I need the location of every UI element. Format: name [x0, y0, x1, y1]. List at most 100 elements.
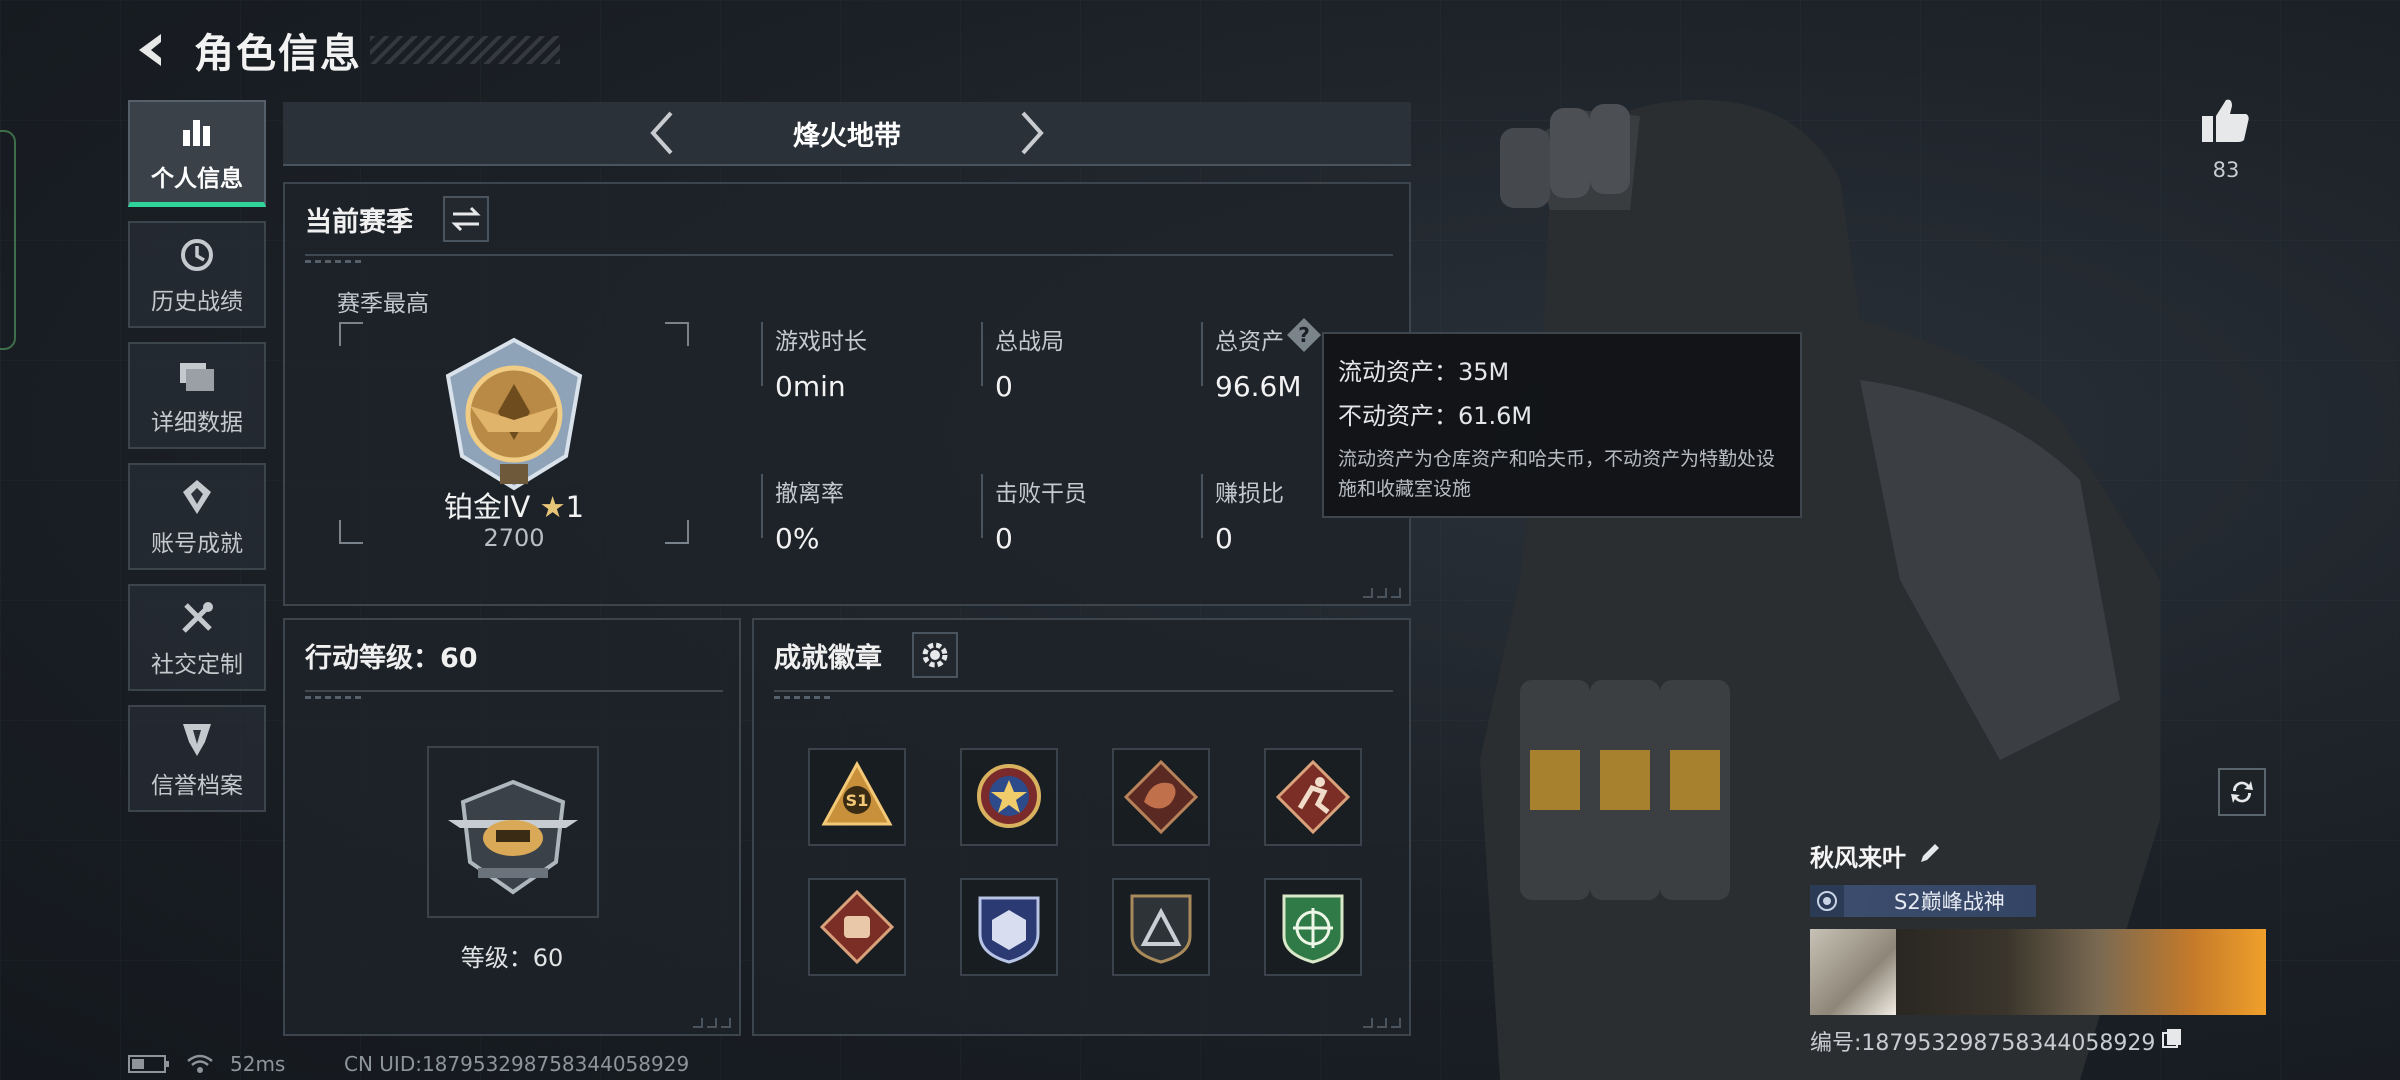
chevron-left-icon — [650, 111, 673, 155]
stat-total-matches: 总战局 0 — [981, 322, 1181, 403]
status-bar: 52ms — [128, 1052, 285, 1076]
player-uid: 编号:1879532987583440589​29 — [1810, 1031, 2156, 1056]
panel-divider — [305, 690, 723, 699]
side-edge-tab[interactable] — [0, 130, 16, 350]
player-banner[interactable] — [1810, 929, 2266, 1015]
title-decoration — [370, 36, 560, 64]
badge-slot[interactable] — [960, 878, 1058, 976]
panel-divider — [305, 254, 1393, 263]
badges-panel: 成就徽章 S1 — [752, 618, 1411, 1036]
folder-icon — [178, 355, 216, 397]
sidebar-item-label: 账号成就 — [151, 530, 243, 557]
sidebar-nav: 个人信息 历史战绩 详细数据 账号成就 社交定制 信誉档案 — [128, 100, 266, 826]
player-name: 秋风来叶 — [1810, 844, 1906, 872]
corner-decoration — [693, 1018, 731, 1028]
achievement-icon — [179, 476, 215, 518]
crosshair-badge-icon — [1282, 894, 1344, 964]
badge-slot[interactable] — [808, 878, 906, 976]
copy-icon — [2162, 1029, 2182, 1048]
triangle-shield-badge-icon — [1130, 894, 1192, 964]
player-title: S2巅峰战神 — [1894, 890, 2005, 914]
stat-value: 0 — [995, 522, 1013, 555]
badge-slot[interactable] — [960, 748, 1058, 846]
mode-selector: 烽火地带 — [283, 102, 1411, 166]
sidebar-item-label: 历史战绩 — [151, 288, 243, 315]
fist-badge-icon — [819, 889, 895, 965]
pencil-icon — [1921, 843, 1939, 862]
stat-play-time: 游戏时长 0min — [761, 322, 961, 403]
banner-art-image — [1896, 929, 2266, 1015]
season-panel: 当前赛季 赛季最高 铂金IV ★1 2700 游戏时长 0min 总战局 0 总… — [283, 182, 1411, 606]
stat-separator — [981, 474, 983, 538]
sidebar-item-label: 社交定制 — [151, 651, 243, 678]
stat-operators-defeated: 击败干员 0 — [981, 474, 1181, 555]
sidebar-item-reputation[interactable]: 信誉档案 — [128, 705, 266, 812]
history-icon — [178, 234, 216, 276]
panel-divider — [774, 690, 1393, 699]
sidebar-item-details[interactable]: 详细数据 — [128, 342, 266, 449]
switch-season-button[interactable] — [443, 196, 489, 242]
stat-value: 0 — [995, 370, 1013, 403]
stat-label: 游戏时长 — [775, 329, 867, 355]
badges-title: 成就徽章 — [774, 643, 882, 674]
sidebar-item-personal-info[interactable]: 个人信息 — [128, 100, 266, 207]
rank-star-icon: ★ — [539, 490, 566, 524]
player-profile: 秋风来叶 S2巅峰战神 编号:1879532987583440589​29 — [1810, 838, 2266, 1057]
like-button[interactable]: 83 — [2196, 96, 2256, 182]
stat-separator — [981, 322, 983, 386]
badge-slot[interactable] — [1264, 878, 1362, 976]
star-medal-icon — [977, 764, 1041, 828]
edit-name-button[interactable] — [1918, 841, 1942, 871]
tools-icon — [178, 597, 216, 639]
sidebar-item-history[interactable]: 历史战绩 — [128, 221, 266, 328]
corner-decoration — [1363, 588, 1401, 598]
header: 角色信息 — [128, 22, 560, 78]
stat-separator — [761, 474, 763, 538]
gear-icon — [922, 642, 948, 668]
assets-help-icon[interactable]: ? — [1285, 316, 1323, 354]
like-count: 83 — [2212, 158, 2240, 182]
level-value: 等级：60 — [460, 944, 564, 972]
badge-slot[interactable]: S1 — [808, 748, 906, 846]
season-best-label: 赛季最高 — [337, 291, 429, 317]
badges-settings-button[interactable] — [912, 632, 958, 678]
badge-s1-text: S1 — [846, 791, 869, 810]
dragon-badge-icon — [1123, 759, 1199, 835]
shield-icon — [179, 718, 215, 760]
badge-slot[interactable] — [1264, 748, 1362, 846]
stat-value: 0% — [775, 522, 820, 555]
stat-separator — [1201, 322, 1203, 386]
stat-value: 0min — [775, 370, 846, 403]
stat-label: 总战局 — [995, 329, 1064, 355]
level-panel: 行动等级：60 等级：60 — [283, 618, 741, 1036]
thumbs-up-icon — [2202, 99, 2249, 142]
tooltip-liquid-assets: 流动资产：35M — [1338, 358, 1510, 386]
bar-chart-icon — [179, 111, 215, 153]
battery-icon — [128, 1055, 169, 1073]
copy-uid-button[interactable] — [2161, 1027, 2183, 1055]
cn-uid: CN UID:1879532987583440589​29 — [344, 1052, 690, 1076]
sidebar-item-social[interactable]: 社交定制 — [128, 584, 266, 691]
sidebar-item-label: 信誉档案 — [151, 772, 243, 799]
badge-slot[interactable] — [1112, 748, 1210, 846]
stat-separator — [761, 322, 763, 386]
banner-cat-image — [1810, 929, 1896, 1015]
player-name-row: 秋风来叶 — [1810, 838, 2266, 873]
prev-mode-button[interactable] — [637, 103, 687, 163]
badge-slot[interactable] — [1112, 878, 1210, 976]
rank-badge-icon — [430, 336, 598, 496]
title-emblem-icon — [1810, 885, 1844, 917]
next-mode-button[interactable] — [1007, 103, 1057, 163]
mode-title: 烽火地带 — [793, 120, 901, 152]
back-button[interactable] — [128, 27, 174, 73]
chevron-right-icon — [1021, 111, 1044, 155]
ping-value: 52ms — [230, 1052, 286, 1076]
assets-tooltip: 流动资产：35M 不动资产：61.6M 流动资产为仓库资产和哈夫币，不动资产为特… — [1322, 332, 1802, 518]
refresh-button[interactable] — [2218, 768, 2266, 816]
swap-icon — [451, 206, 481, 232]
back-arrow-icon — [139, 34, 161, 66]
tooltip-note: 流动资产为仓库资产和哈夫币，不动资产为特勤处设施和收藏室设施 — [1338, 448, 1776, 500]
sidebar-item-achievements[interactable]: 账号成就 — [128, 463, 266, 570]
runner-badge-icon — [1275, 759, 1351, 835]
wifi-icon — [187, 1054, 213, 1073]
